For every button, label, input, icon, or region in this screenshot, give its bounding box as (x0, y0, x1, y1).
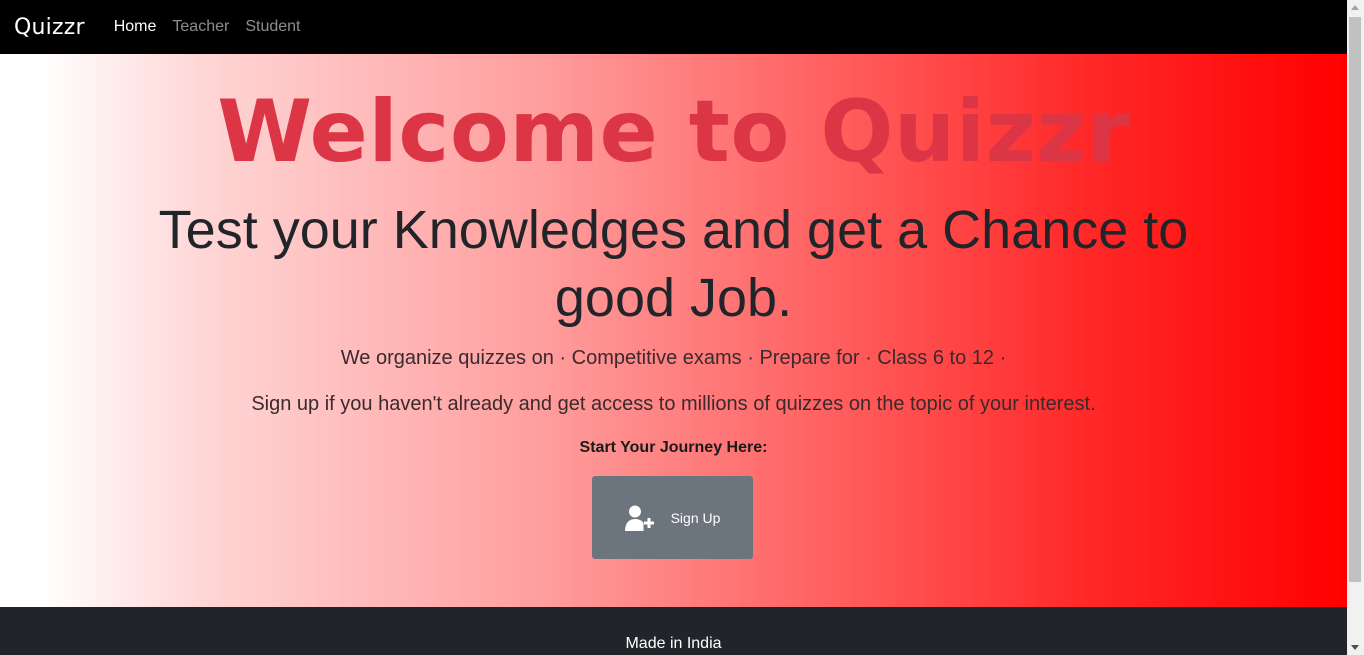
hero-subtitle: Test your Knowledges and get a Chance to… (158, 200, 1189, 328)
nav-link-home[interactable]: Home (114, 18, 157, 36)
scroll-down-arrow-icon[interactable] (1351, 645, 1359, 650)
hero-title: Welcome to Quizzr (217, 82, 1130, 182)
scrollbar-thumb[interactable] (1349, 17, 1361, 582)
nav-link-student[interactable]: Student (245, 18, 300, 36)
hero-signup-prompt: Sign up if you haven't already and get a… (251, 393, 1096, 415)
signup-button-label: Sign Up (670, 509, 721, 526)
footer-text: Made in India (625, 635, 722, 652)
scroll-up-arrow-icon[interactable] (1351, 5, 1359, 10)
page: Quizzr Home Teacher Student Welcome to Q… (0, 0, 1364, 655)
brand-logo[interactable]: Quizzr (14, 15, 85, 40)
user-plus-icon (624, 505, 655, 531)
navbar: Quizzr Home Teacher Student (0, 0, 1347, 54)
vertical-scrollbar[interactable] (1347, 0, 1364, 655)
nav-link-teacher[interactable]: Teacher (172, 18, 229, 36)
hero-section: Welcome to Quizzr Test your Knowledges a… (0, 54, 1347, 607)
signup-button[interactable]: Sign Up (592, 476, 753, 559)
journey-heading: Start Your Journey Here: (579, 439, 768, 456)
hero-quiz-topics: We organize quizzes on · Competitive exa… (340, 347, 1007, 369)
footer: Made in India (0, 607, 1347, 655)
